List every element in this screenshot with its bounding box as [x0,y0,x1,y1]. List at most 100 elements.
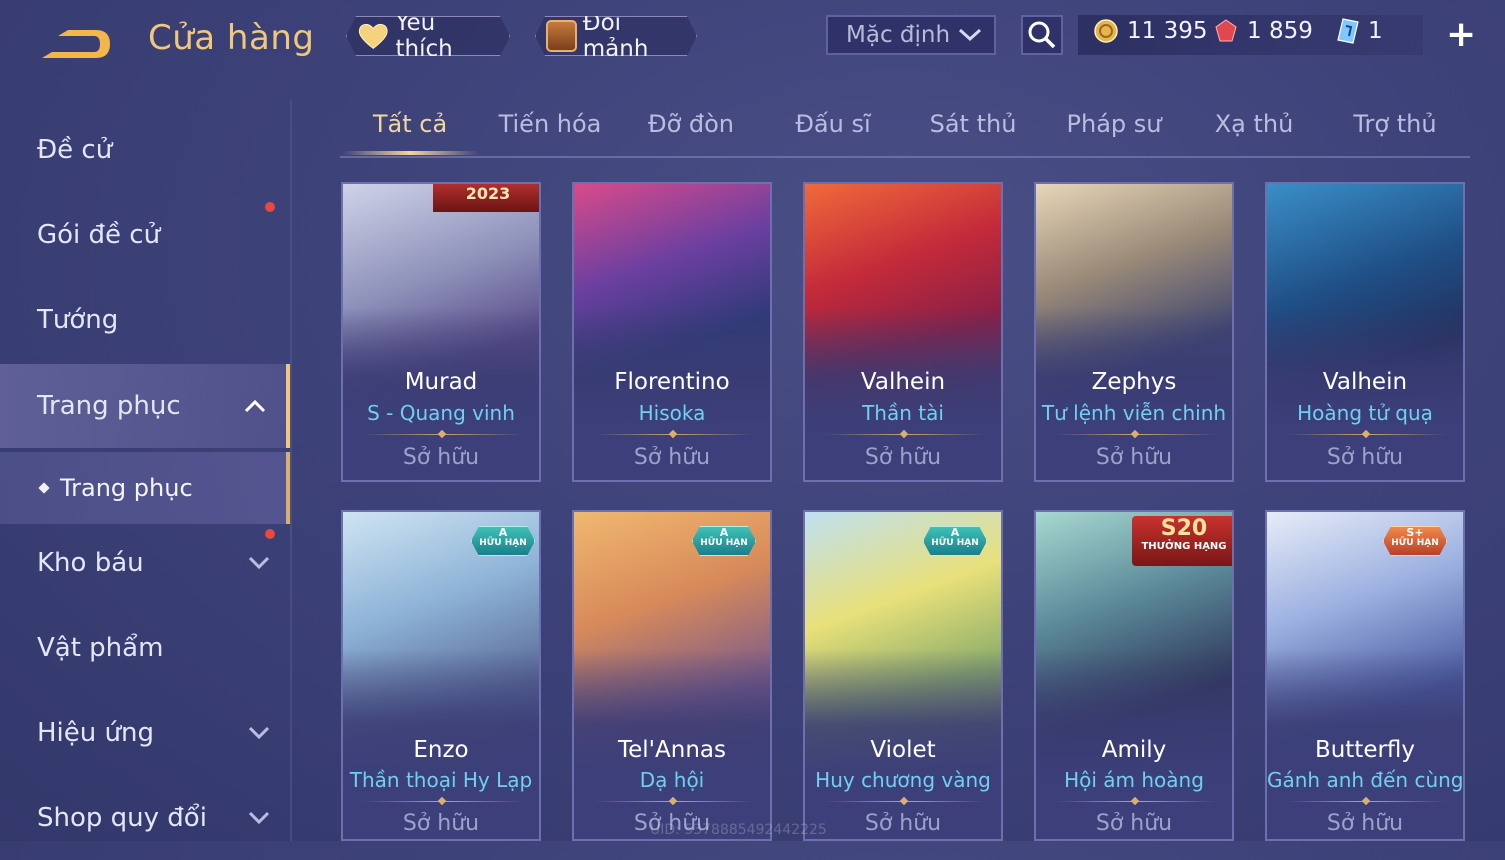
owned-status: Sở hữu [402,445,480,470]
owned-status: Sở hữu [402,811,480,836]
chest-icon [546,20,577,52]
tab-marksman[interactable]: Xạ thủ [1186,110,1322,138]
owned-status: Sở hữu [864,445,942,470]
badge-tier: A [498,526,508,539]
sort-dropdown[interactable]: Mặc định [826,15,996,55]
sidebar-item-label: Hiệu ứng [37,718,154,748]
rarity-badge: A HỮU HẠN [692,526,756,556]
skin-card[interactable]: A HỮU HẠN Violet Huy chương vàng Sở hữu [803,510,1003,841]
hero-name: Butterfly [1314,737,1416,763]
skin-card[interactable]: S+ HỮU HẠN Butterfly Gánh anh đến cùng Sở… [1265,510,1465,841]
skin-name: Thần tài [862,401,944,425]
chevron-down-icon [248,726,270,740]
badge-tier: S+ [1406,526,1424,539]
favorites-button[interactable]: Yêu thích [346,16,510,56]
skin-name: Tư lệnh viễn chinh [1041,401,1227,425]
hero-name: Violet [870,737,936,763]
owned-status: Sở hữu [864,811,942,836]
tab-assassin[interactable]: Sát thủ [905,110,1041,138]
skin-card[interactable]: 2023 Murad S - Quang vinh Sở hữu [341,182,541,482]
sidebar-item-label: Đề cử [37,135,113,165]
chevron-up-icon [244,399,266,413]
sidebar-divider [290,100,292,841]
skin-card[interactable]: Valhein Thần tài Sở hữu [803,182,1003,482]
add-currency-button[interactable]: + [1446,14,1476,55]
skin-name: Dạ hội [639,768,705,792]
sidebar-item-heroes[interactable]: Tướng [0,278,290,362]
tab-tank[interactable]: Đỡ đòn [623,110,759,138]
season-banner: S20 THƯỞNG HẠNG [1132,516,1232,566]
sidebar-item-effects[interactable]: Hiệu ứng [0,691,290,775]
hero-name: Amily [1101,737,1167,763]
skin-card[interactable]: A HỮU HẠN Enzo Thần thoại Hy Lạp Sở hữu [341,510,541,841]
season-banner: 2023 [433,184,539,212]
gold-currency: 11 395 [1093,18,1207,44]
sidebar: Đề cử Gói đề cử Tướng Trang phục Trang p… [0,100,290,841]
sidebar-item-label: Trang phục [37,391,181,421]
skin-card[interactable]: Valhein Hoàng tử quạ Sở hữu [1265,182,1465,482]
skin-card[interactable]: Florentino Hisoka Sở hữu [572,182,772,482]
active-tab-indicator [342,151,478,155]
search-button[interactable] [1021,15,1063,55]
sidebar-subitem-skins[interactable]: Trang phục [0,452,290,524]
skin-name: S - Quang vinh [367,401,515,425]
badge-label: HỮU HẠN [479,538,527,548]
skin-card[interactable]: A HỮU HẠN Tel'Annas Dạ hội Sở hữu [572,510,772,841]
rarity-badge: A HỮU HẠN [923,526,987,556]
tab-evolution[interactable]: Tiến hóa [482,110,618,138]
sidebar-item-label: Tướng [37,305,119,335]
back-arrow-icon[interactable] [38,24,116,62]
exchange-label: Đổi mảnh [582,10,649,62]
sidebar-item-skins[interactable]: Trang phục [0,364,290,448]
skin-name: Thần thoại Hy Lạp [349,768,533,792]
favorites-label: Yêu thích [395,10,453,62]
exchange-fragments-button[interactable]: Đổi mảnh [535,16,697,56]
sidebar-item-treasure[interactable]: Kho báu [0,521,290,605]
hero-name: Florentino [614,369,730,395]
uid-watermark: UID: 5378885492442225 [650,822,827,838]
notification-dot [265,202,275,212]
skin-card[interactable]: S20 THƯỞNG HẠNG Amily Hội ám hoàng Sở hữ… [1034,510,1234,841]
tab-support[interactable]: Trợ thủ [1327,110,1463,138]
owned-status: Sở hữu [1326,811,1404,836]
hero-name: Valhein [1322,369,1408,395]
page-title: Cửa hàng [148,18,315,58]
gold-coin-icon [1094,19,1118,43]
chevron-down-icon [248,811,270,825]
skin-name: Hisoka [638,401,706,425]
sidebar-item-recommended-packs[interactable]: Gói đề cử [0,193,290,277]
hero-name: Enzo [413,737,469,763]
ruby-value: 1 859 [1247,18,1313,44]
badge-tier: A [950,526,960,539]
category-tabs: Tất cả Tiến hóa Đỡ đòn Đấu sĩ Sát thủ Ph… [340,96,1470,158]
gem-currency: 1 [1336,18,1383,44]
tab-mage[interactable]: Pháp sư [1046,110,1182,138]
tab-all[interactable]: Tất cả [342,110,478,138]
tab-fighter[interactable]: Đấu sĩ [765,110,901,138]
skin-name: Hội ám hoàng [1064,768,1204,792]
sidebar-item-exchange-shop[interactable]: Shop quy đổi [0,776,290,860]
sidebar-item-label: Shop quy đổi [37,803,207,833]
owned-status: Sở hữu [1326,445,1404,470]
hero-name: Valhein [860,369,946,395]
owned-status: Sở hữu [633,445,711,470]
skin-name: Hoàng tử quạ [1297,401,1433,425]
sidebar-item-recommended[interactable]: Đề cử [0,108,290,192]
hero-name: Zephys [1091,369,1177,395]
badge-label: HỮU HẠN [931,538,979,548]
season-sublabel: THƯỞNG HẠNG [1141,541,1227,552]
sidebar-item-items[interactable]: Vật phẩm [0,606,290,690]
gold-value: 11 395 [1127,18,1208,44]
heart-icon [357,21,389,51]
gem-ticket-icon [1337,18,1359,44]
ruby-icon [1215,19,1237,42]
rarity-badge: S+ HỮU HẠN [1383,526,1447,556]
skin-card[interactable]: Zephys Tư lệnh viễn chinh Sở hữu [1034,182,1234,482]
ruby-currency: 1 859 [1213,18,1313,44]
owned-status: Sở hữu [1095,445,1173,470]
badge-label: HỮU HẠN [1391,538,1439,548]
hero-name: Tel'Annas [618,737,726,763]
owned-status: Sở hữu [1095,811,1173,836]
sidebar-item-label: Gói đề cử [37,220,161,250]
bullet-icon [38,482,50,494]
